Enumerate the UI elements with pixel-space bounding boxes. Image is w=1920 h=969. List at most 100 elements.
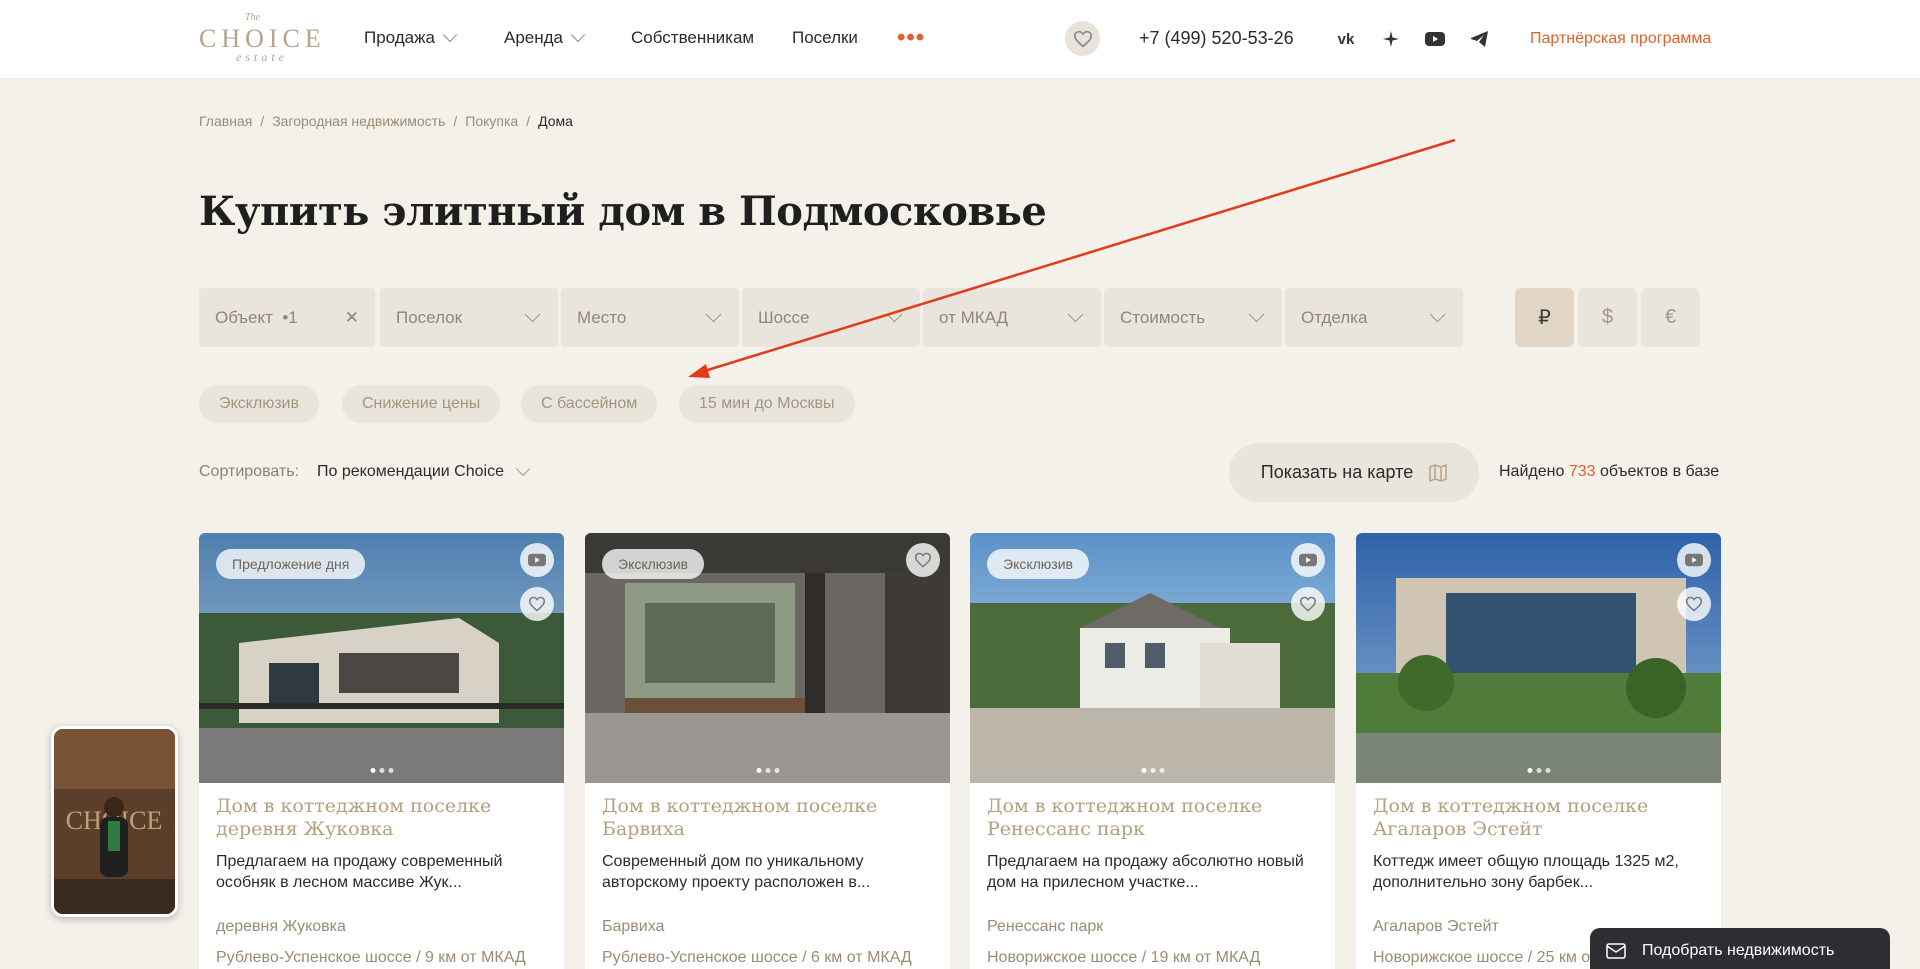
nav-rent[interactable]: Аренда <box>504 27 586 48</box>
filter-highway-label: Шоссе <box>758 307 810 327</box>
heart-icon[interactable] <box>1291 587 1325 621</box>
currency-eur-button[interactable]: € <box>1641 288 1700 347</box>
photo-pager[interactable] <box>756 768 779 773</box>
chip-price-drop[interactable]: Снижение цены <box>342 385 501 423</box>
listing-location: Агаларов Эстейт <box>1373 918 1499 935</box>
found-suffix: объектов в базе <box>1599 463 1720 480</box>
chevron-down-icon <box>705 306 722 323</box>
filter-price[interactable]: Стоимость <box>1104 288 1282 347</box>
pick-property-widget[interactable]: Подобрать недвижимость <box>1590 928 1890 969</box>
heart-icon[interactable] <box>520 587 554 621</box>
chip-15min[interactable]: 15 мин до Москвы <box>679 385 855 423</box>
map-icon <box>1429 463 1447 482</box>
listing-card[interactable]: Предложение дня Дом в коттеджном поселке… <box>199 533 564 969</box>
phone-link[interactable]: +7 (499) 520-53-26 <box>1139 28 1294 49</box>
currency-usd-button[interactable]: $ <box>1578 288 1637 347</box>
breadcrumb-purchase[interactable]: Покупка <box>465 113 518 129</box>
chevron-down-icon <box>442 27 458 43</box>
listing-road: Рублево-Успенское шоссе / 9 км от МКАД <box>216 949 526 966</box>
logo-the: The <box>245 12 260 23</box>
photo-pager[interactable] <box>1527 768 1550 773</box>
youtube-icon[interactable] <box>1424 28 1446 50</box>
sort-dropdown[interactable]: По рекомендации Choice <box>317 461 531 481</box>
show-on-map-button[interactable]: Показать на карте <box>1229 443 1479 502</box>
listing-badge: Предложение дня <box>216 549 366 579</box>
filter-mkad[interactable]: от МКАД <box>923 288 1101 347</box>
listing-card[interactable]: Эксклюзив Дом в коттеджном поселке Барви… <box>585 533 950 969</box>
pick-property-label: Подобрать недвижимость <box>1642 941 1835 959</box>
page-title: Купить элитный дом в Подмосковье <box>199 188 1047 235</box>
heart-icon <box>1073 30 1092 47</box>
chip-exclusive[interactable]: Эксклюзив <box>199 385 319 423</box>
found-prefix: Найдено <box>1499 463 1565 480</box>
listing-location: деревня Жуковка <box>216 918 346 935</box>
more-menu-icon[interactable]: ••• <box>897 26 925 50</box>
partner-program-link[interactable]: Партнёрская программа <box>1530 30 1711 48</box>
nav-villages[interactable]: Поселки <box>792 28 858 48</box>
breadcrumb-current: Дома <box>538 113 573 129</box>
listing-photo[interactable]: Предложение дня <box>199 533 564 783</box>
site-header: The CHOICE estate Продажа Аренда Собстве… <box>0 0 1920 79</box>
listing-title[interactable]: Дом в коттеджном поселке Барвиха <box>602 795 932 841</box>
listing-title[interactable]: Дом в коттеджном поселке деревня Жуковка <box>216 795 546 841</box>
logo[interactable]: The CHOICE estate <box>199 12 325 64</box>
heart-icon[interactable] <box>906 543 940 577</box>
sort-value: По рекомендации Choice <box>317 463 504 480</box>
listing-title[interactable]: Дом в коттеджном поселке Агаларов Эстейт <box>1373 795 1703 841</box>
listing-photo[interactable] <box>1356 533 1721 783</box>
photo-pager[interactable] <box>370 768 393 773</box>
filter-object[interactable]: Объект •1 ✕ <box>199 288 375 347</box>
listing-card[interactable]: Эксклюзив Дом в коттеджном поселке Ренес… <box>970 533 1335 969</box>
found-count: Найдено 733 объектов в базе <box>1499 463 1719 481</box>
listing-title[interactable]: Дом в коттеджном поселке Ренессанс парк <box>987 795 1317 841</box>
filter-place-label: Место <box>577 307 627 327</box>
video-icon[interactable] <box>520 543 554 577</box>
listing-description: Предлагаем на продажу современный особня… <box>216 853 503 891</box>
listing-badge: Эксклюзив <box>987 549 1089 579</box>
telegram-icon[interactable] <box>1469 28 1491 50</box>
sort-label: Сортировать: <box>199 463 300 480</box>
breadcrumb-separator: / <box>453 113 458 129</box>
chevron-down-icon <box>515 461 531 477</box>
listing-description: Современный дом по уникальному авторском… <box>602 853 871 891</box>
breadcrumb-country[interactable]: Загородная недвижимость <box>272 113 445 129</box>
filter-finish[interactable]: Отделка <box>1285 288 1463 347</box>
filter-highway[interactable]: Шоссе <box>742 288 920 347</box>
heart-icon[interactable] <box>1677 587 1711 621</box>
logo-estate: estate <box>236 50 288 64</box>
chevron-down-icon <box>886 306 903 323</box>
chevron-down-icon <box>524 306 541 323</box>
favorites-button[interactable] <box>1065 21 1100 56</box>
breadcrumb-home[interactable]: Главная <box>199 113 252 129</box>
listing-photo[interactable]: Эксклюзив <box>585 533 950 783</box>
vk-icon[interactable]: vk <box>1335 28 1357 50</box>
chevron-down-icon <box>1429 306 1446 323</box>
currency-rub-button[interactable]: ₽ <box>1515 288 1574 347</box>
sparkle-icon[interactable] <box>1380 28 1402 50</box>
photo-pager[interactable] <box>1141 768 1164 773</box>
breadcrumb: Главная / Загородная недвижимость / Поку… <box>199 113 573 129</box>
listing-card[interactable]: Дом в коттеджном поселке Агаларов Эстейт… <box>1356 533 1721 969</box>
filter-village[interactable]: Поселок <box>380 288 558 347</box>
clear-icon[interactable]: ✕ <box>345 308 359 328</box>
filter-mkad-label: от МКАД <box>939 307 1009 327</box>
nav-rent-label: Аренда <box>504 28 564 47</box>
listing-location: Барвиха <box>602 918 665 935</box>
chevron-down-icon <box>1067 306 1084 323</box>
filter-finish-label: Отделка <box>1301 307 1368 327</box>
chip-pool[interactable]: С бассейном <box>521 385 658 423</box>
listing-road: Новорижское шоссе / 19 км от МКАД <box>987 949 1261 966</box>
nav-sale-label: Продажа <box>364 28 435 47</box>
breadcrumb-separator: / <box>260 113 265 129</box>
nav-owners-label: Собственникам <box>631 28 755 47</box>
mail-icon <box>1606 942 1626 959</box>
chevron-down-icon <box>570 27 586 43</box>
listing-photo[interactable]: Эксклюзив <box>970 533 1335 783</box>
video-icon[interactable] <box>1291 543 1325 577</box>
video-icon[interactable] <box>1677 543 1711 577</box>
nav-owners[interactable]: Собственникам <box>631 28 754 48</box>
filter-place[interactable]: Место <box>561 288 739 347</box>
video-widget[interactable]: CHOICE <box>51 726 178 917</box>
filter-village-label: Поселок <box>396 307 463 327</box>
nav-sale[interactable]: Продажа <box>364 27 458 48</box>
